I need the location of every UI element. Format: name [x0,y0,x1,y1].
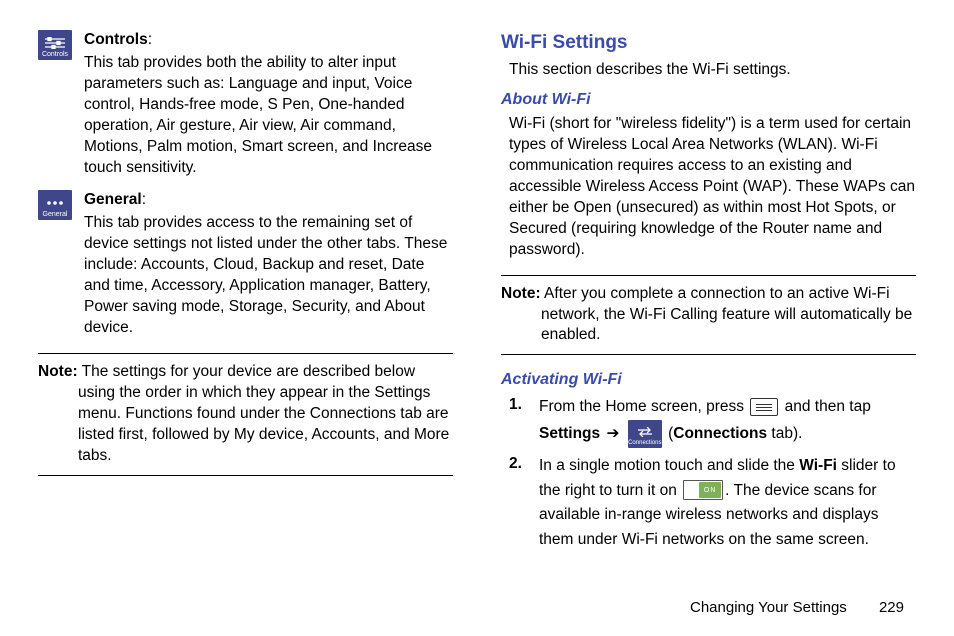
wifi-bold: Wi-Fi [799,457,837,474]
controls-description: This tab provides both the ability to al… [84,53,453,179]
arrow-icon: ➔ [606,425,619,442]
footer-page-number: 229 [879,599,904,616]
general-title: General [84,191,142,208]
step-number: 1. [509,395,527,448]
footer-chapter: Changing Your Settings [690,599,847,616]
page-footer: Changing Your Settings 229 [690,598,904,618]
controls-title: Controls [84,31,148,48]
divider [501,275,916,276]
controls-icon-label: Controls [42,51,68,58]
menu-key-icon [750,398,778,416]
connections-icon-label: Connections [628,440,661,446]
step-2-body: In a single motion touch and slide the W… [539,454,916,553]
activating-wifi-heading: Activating Wi-Fi [501,369,916,391]
controls-colon: : [148,31,152,48]
divider [38,353,453,354]
note-label: Note: [501,285,541,302]
note-text: After you complete a connection to an ac… [541,285,913,344]
note-right: Note: After you complete a connection to… [501,284,916,347]
settings-label: Settings [539,425,600,442]
left-column: Controls Controls: This tab provides bot… [38,30,453,559]
toggle-on-icon: ON [683,480,723,500]
right-column: Wi-Fi Settings This section describes th… [501,30,916,559]
connections-icon [637,424,653,440]
general-tab-section: General General: This tab provides acces… [38,190,453,338]
divider [38,475,453,476]
wifi-settings-heading: Wi-Fi Settings [501,30,916,56]
general-tab-body: General: This tab provides access to the… [84,190,453,338]
toggle-label: ON [699,482,721,498]
connections-bold: Connections [673,425,767,442]
note-left: Note: The settings for your device are d… [38,362,453,467]
dots-icon [38,195,72,212]
note-label: Note: [38,363,78,380]
general-tab-icon: General [38,190,72,220]
general-colon: : [142,191,146,208]
general-icon-label: General [43,211,68,218]
note-text: The settings for your device are describ… [78,363,450,464]
step-2: 2. In a single motion touch and slide th… [509,454,916,553]
step-1-body: From the Home screen, press and then tap… [539,395,916,448]
connections-tab-icon: Connections [628,420,662,448]
step-1: 1. From the Home screen, press and then … [509,395,916,448]
controls-tab-body: Controls: This tab provides both the abi… [84,30,453,178]
activating-steps: 1. From the Home screen, press and then … [509,395,916,553]
wifi-intro: This section describes the Wi-Fi setting… [509,60,916,81]
about-wifi-heading: About Wi-Fi [501,89,916,111]
step-number: 2. [509,454,527,553]
general-description: This tab provides access to the remainin… [84,213,453,339]
controls-tab-icon: Controls [38,30,72,60]
sliders-icon [38,34,72,51]
about-wifi-paragraph: Wi-Fi (short for "wireless fidelity") is… [509,114,916,260]
divider [501,354,916,355]
controls-tab-section: Controls Controls: This tab provides bot… [38,30,453,178]
